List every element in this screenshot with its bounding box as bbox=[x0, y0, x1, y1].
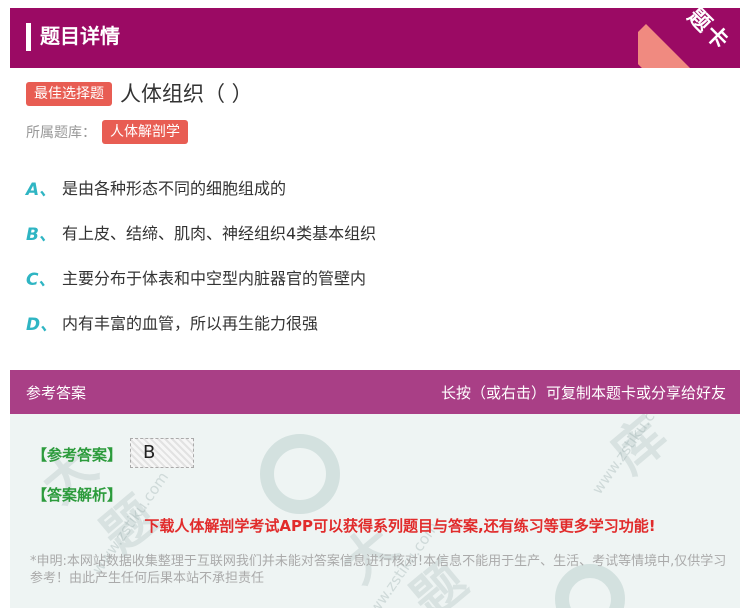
question-bank-row: 所属题库： 人体解剖学 bbox=[26, 120, 188, 144]
option-letter: A、 bbox=[26, 179, 57, 200]
answer-header-title: 参考答案 bbox=[26, 384, 87, 402]
option-text: 内有丰富的血管，所以再生能力很强 bbox=[62, 314, 319, 333]
option-list: A、 是由各种形态不同的细胞组成的 B、 有上皮、结缔、肌肉、神经组织4类基本组… bbox=[26, 172, 726, 352]
corner-ribbon: 题卡 bbox=[638, 8, 740, 68]
option-b[interactable]: B、 有上皮、结缔、肌肉、神经组织4类基本组织 bbox=[26, 217, 726, 247]
question-type-badge: 最佳选择题 bbox=[26, 82, 112, 106]
option-a[interactable]: A、 是由各种形态不同的细胞组成的 bbox=[26, 172, 726, 202]
page-header: 题目详情 题卡 bbox=[10, 8, 740, 68]
answer-value: B bbox=[130, 438, 194, 468]
answer-panel: 大 题 大 题 库 www.zstiku.com www.zstiku.com … bbox=[10, 414, 740, 608]
option-text: 有上皮、结缔、肌肉、神经组织4类基本组织 bbox=[62, 224, 377, 243]
corner-label: 题卡 bbox=[682, 8, 735, 56]
bank-link[interactable]: 人体解剖学 bbox=[102, 120, 188, 144]
answer-label: 【参考答案】 bbox=[32, 446, 123, 464]
option-letter: B、 bbox=[26, 224, 56, 245]
option-d[interactable]: D、 内有丰富的血管，所以再生能力很强 bbox=[26, 307, 726, 337]
page-title: 题目详情 bbox=[40, 24, 120, 48]
answer-header: 参考答案 长按（或右击）可复制本题卡或分享给好友 bbox=[10, 370, 740, 414]
header-accent-bar bbox=[26, 23, 31, 51]
share-hint: 长按（或右击）可复制本题卡或分享给好友 bbox=[440, 384, 726, 402]
analysis-label: 【答案解析】 bbox=[32, 486, 123, 504]
option-letter: C、 bbox=[26, 269, 56, 290]
option-text: 主要分布于体表和中空型内脏器官的管壁内 bbox=[62, 269, 367, 288]
question-title: 人体组织（ ） bbox=[120, 82, 253, 106]
disclaimer-text: *申明:本网站数据收集整理于互联网我们并未能对答案信息进行核对!本信息不能用于生… bbox=[30, 554, 727, 586]
app-download-link[interactable]: 下载人体解剖学考试APP可以获得系列题目与答案,还有练习等更多学习功能! bbox=[10, 515, 740, 536]
option-c[interactable]: C、 主要分布于体表和中空型内脏器官的管壁内 bbox=[26, 262, 726, 292]
option-letter: D、 bbox=[26, 314, 58, 335]
watermark-circle bbox=[260, 434, 340, 514]
question-title-row: 最佳选择题 人体组织（ ） bbox=[26, 80, 253, 108]
bank-label: 所属题库： bbox=[26, 125, 96, 141]
option-text: 是由各种形态不同的细胞组成的 bbox=[62, 179, 287, 198]
